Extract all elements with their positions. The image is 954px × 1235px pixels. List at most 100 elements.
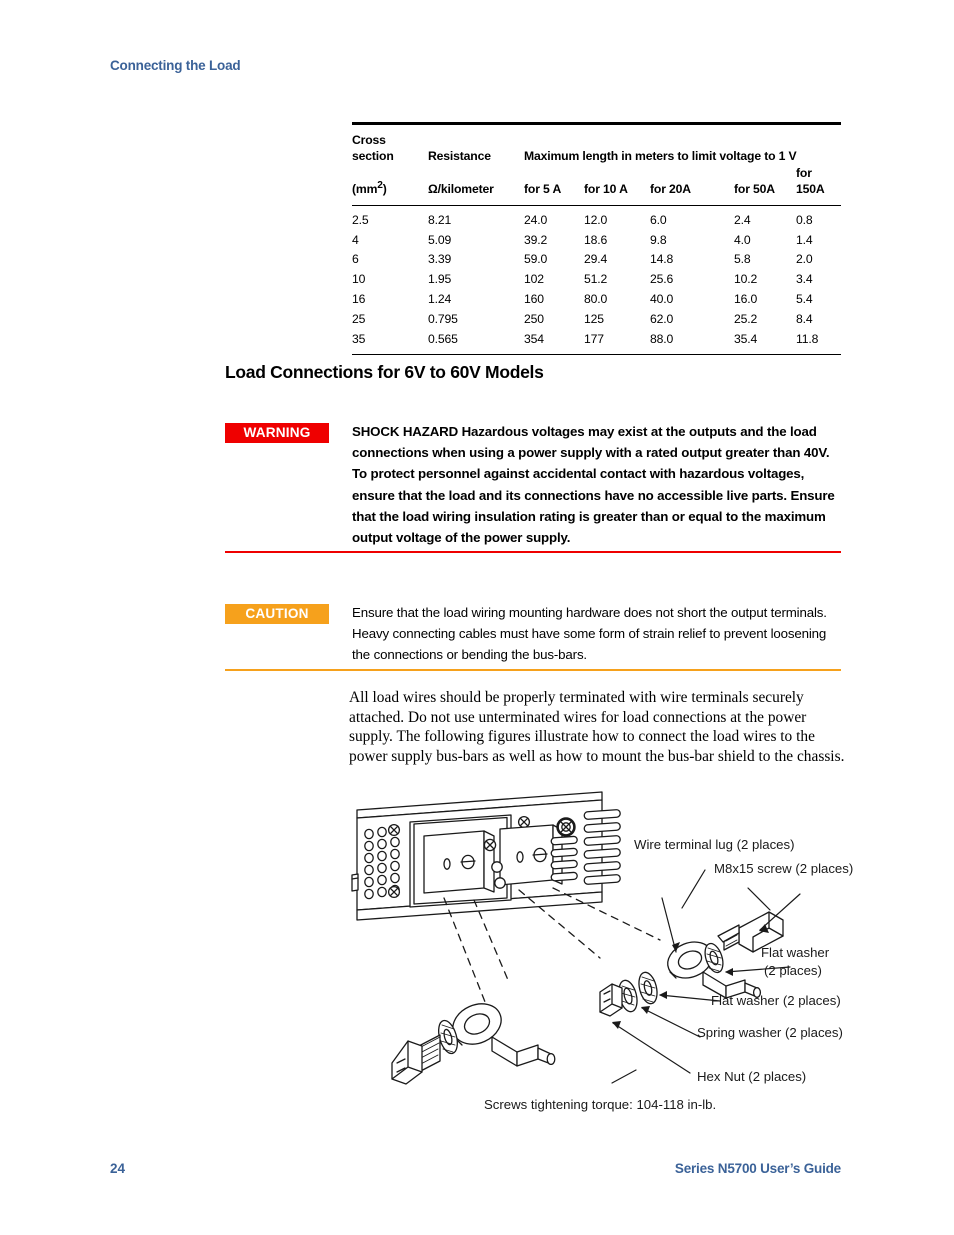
table-cell: 102 xyxy=(524,272,544,287)
header-spacer-2 xyxy=(524,132,841,148)
hex-nut xyxy=(599,983,623,1017)
flat-washer-mid xyxy=(638,971,658,1005)
table-cell: 250 xyxy=(524,312,544,327)
caution-badge: CAUTION xyxy=(225,604,329,624)
table-cell: 4 xyxy=(352,232,359,247)
callout-m8x15-screw: M8x15 screw (2 places) xyxy=(714,861,854,876)
table-row: 25 0.795 250 125 62.0 25.2 8.4 xyxy=(352,310,841,330)
assembly-figure: Wire terminal lug (2 places) M8x15 screw… xyxy=(0,780,954,1125)
wire-terminal-lug-lower xyxy=(452,1003,556,1067)
table-cell: 29.4 xyxy=(584,252,608,267)
table-cell: 16 xyxy=(352,292,366,307)
callout-flat-washer-mid: Flat washer (2 places) xyxy=(711,993,841,1008)
table-cell: 8.21 xyxy=(428,212,452,227)
table-cell: 25 xyxy=(352,312,366,327)
table-cell: 59.0 xyxy=(524,252,548,267)
table-cell: 6.0 xyxy=(650,212,667,227)
table-cell: 2.0 xyxy=(796,252,813,267)
callout-wire-terminal-lug: Wire terminal lug (2 places) xyxy=(634,837,795,852)
warning-divider-rule xyxy=(225,551,841,553)
table-cell: 177 xyxy=(584,332,604,347)
header-max-length-span: Maximum length in meters to limit voltag… xyxy=(524,149,797,164)
table-cell: 39.2 xyxy=(524,232,548,247)
table-cell: 18.6 xyxy=(584,232,608,247)
table-cell: 1.95 xyxy=(428,272,452,287)
table-body: 2.5 8.21 24.0 12.0 6.0 2.4 0.8 4 5.09 39.2 18.6 9.8… xyxy=(352,211,841,350)
table-cell: 354 xyxy=(524,332,544,347)
header-units-base: (mm xyxy=(352,182,378,197)
header-cross-section-units: (mm2) xyxy=(352,165,428,198)
caution-text: Ensure that the load wiring mounting har… xyxy=(352,605,827,663)
table-cell: 160 xyxy=(524,292,544,307)
callout-hex-nut: Hex Nut (2 places) xyxy=(697,1069,807,1084)
callout-spring-washer: Spring washer (2 places) xyxy=(697,1025,843,1040)
table-cell: 35 xyxy=(352,332,366,347)
table-cell: 10 xyxy=(352,272,366,287)
table-body-grid: 2.5 8.21 24.0 12.0 6.0 2.4 0.8 4 5.09 39.2 18.6 9.8… xyxy=(352,211,841,350)
table-cell: 62.0 xyxy=(650,312,674,327)
round-connector xyxy=(556,817,576,837)
table-header-row-1: Cross xyxy=(352,132,841,148)
table-cell: 11.8 xyxy=(796,332,819,347)
table-cell: 51.2 xyxy=(584,272,608,287)
header-for-150a: for 150A xyxy=(796,165,825,197)
table-cell: 24.0 xyxy=(524,212,548,227)
callout-flat-washer-upper-line1: Flat washer xyxy=(761,945,830,960)
table-row: 10 1.95 102 51.2 25.6 10.2 3.4 xyxy=(352,270,841,290)
table-cell: 14.8 xyxy=(650,252,674,267)
header-resistance: Resistance xyxy=(428,149,491,164)
header-for-50a: for 50A xyxy=(734,182,775,197)
header-for-10a: for 10 A xyxy=(584,182,628,197)
header-for-20a: for 20A xyxy=(650,182,691,197)
table-bottom-rule xyxy=(352,353,841,355)
table-row: 16 1.24 160 80.0 40.0 16.0 5.4 xyxy=(352,290,841,310)
table-cell: 2.4 xyxy=(734,212,751,227)
caution-admonition: CAUTION Ensure that the load wiring moun… xyxy=(225,602,841,666)
running-header: Connecting the Load xyxy=(110,58,241,73)
warning-admonition: WARNING SHOCK HAZARD Hazardous voltages … xyxy=(225,421,841,548)
header-cross-section-line2: section xyxy=(352,149,394,164)
table-cell: 16.0 xyxy=(734,292,758,307)
table-cell: 35.4 xyxy=(734,332,758,347)
washer-nut-stack xyxy=(599,971,721,1074)
table-grid: Cross section Resistance Maximum length … xyxy=(352,132,841,198)
table-cell: 25.2 xyxy=(734,312,758,327)
lower-assembly xyxy=(391,1003,556,1085)
table-cell: 8.4 xyxy=(796,312,813,327)
header-spacer-1 xyxy=(428,132,524,148)
table-cell: 9.8 xyxy=(650,232,667,247)
table-cell: 5.09 xyxy=(428,232,452,247)
torque-note: Screws tightening torque: 104-118 in-lb. xyxy=(484,1097,717,1112)
header-cross-section-line1: Cross xyxy=(352,133,386,147)
table-row: 2.5 8.21 24.0 12.0 6.0 2.4 0.8 xyxy=(352,211,841,231)
table-cell: 1.4 xyxy=(796,232,813,247)
hex-bolt-lower xyxy=(391,1034,441,1085)
table-cell: 0.565 xyxy=(428,332,458,347)
table-cell: 88.0 xyxy=(650,332,674,347)
table-cell: 125 xyxy=(584,312,604,327)
table-cell: 5.8 xyxy=(734,252,751,267)
table-row: 6 3.39 59.0 29.4 14.8 5.8 2.0 xyxy=(352,250,841,270)
table-cell: 12.0 xyxy=(584,212,608,227)
table-header-row-2: section Resistance Maximum length in met… xyxy=(352,148,841,164)
table-cell: 0.8 xyxy=(796,212,813,227)
header-ohm-per-kilometer: Ω/kilometer xyxy=(428,182,494,197)
table-cell: 80.0 xyxy=(584,292,608,307)
table-cell: 40.0 xyxy=(650,292,674,307)
table-cell: 2.5 xyxy=(352,212,369,227)
table-row: 4 5.09 39.2 18.6 9.8 4.0 1.4 xyxy=(352,231,841,251)
table-cell: 3.39 xyxy=(428,252,452,267)
warning-text: SHOCK HAZARD Hazardous voltages may exis… xyxy=(352,424,835,546)
table-cell: 5.4 xyxy=(796,292,813,307)
table-cell: 0.795 xyxy=(428,312,458,327)
table-cell: 6 xyxy=(352,252,359,267)
body-paragraph: All load wires should be properly termin… xyxy=(349,689,845,765)
table-header: Cross section Resistance Maximum length … xyxy=(352,132,841,198)
caution-divider-rule xyxy=(225,669,841,671)
header-units-tail: ) xyxy=(382,182,387,197)
table-cell: 4.0 xyxy=(734,232,751,247)
table-cell: 3.4 xyxy=(796,272,813,287)
table-cell: 25.6 xyxy=(650,272,674,287)
header-for-5a: for 5 A xyxy=(524,182,562,197)
wire-gauge-table: Cross section Resistance Maximum length … xyxy=(352,122,841,355)
